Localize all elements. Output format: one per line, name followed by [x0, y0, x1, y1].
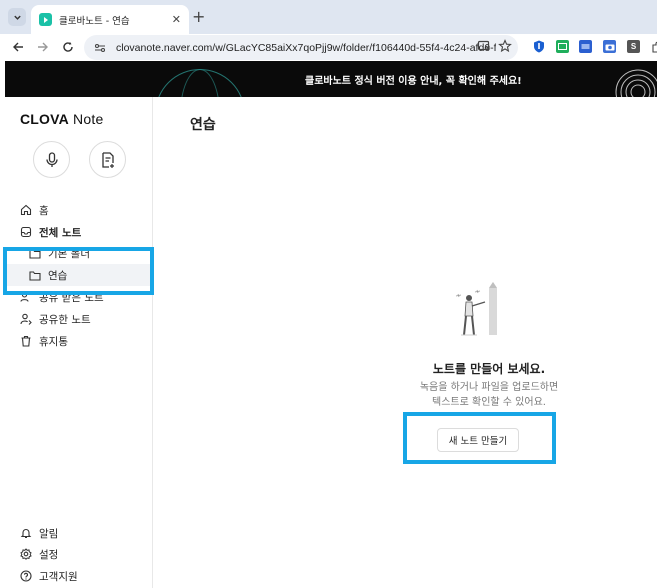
- back-button[interactable]: [10, 39, 26, 55]
- forward-button[interactable]: [35, 39, 51, 55]
- upload-file-button[interactable]: [89, 141, 126, 178]
- help-circle-icon: [20, 570, 32, 582]
- record-button[interactable]: [33, 141, 70, 178]
- tab-title: 클로바노트 - 연습: [59, 15, 130, 27]
- sidebar-item-trash[interactable]: 휴지통: [20, 332, 68, 350]
- highlight-box-sidebar: [3, 247, 154, 295]
- tab-close-icon[interactable]: ✕: [172, 13, 181, 26]
- highlight-box-button: [403, 412, 556, 464]
- document-add-icon: [101, 151, 114, 168]
- sidebar-item-alerts[interactable]: 알림: [20, 524, 58, 542]
- banner-text: 클로바노트 정식 버전 이용 안내, 꼭 확인해 주세요!: [305, 76, 522, 87]
- new-tab-icon[interactable]: +: [192, 9, 205, 25]
- gear-icon: [20, 548, 32, 560]
- bookmark-star-icon[interactable]: [498, 39, 512, 53]
- microphone-icon: [45, 151, 58, 167]
- green-extension-icon[interactable]: [556, 40, 569, 53]
- browser-tabstrip: 클로바노트 - 연습 ✕ +: [0, 0, 657, 34]
- install-app-icon[interactable]: [477, 39, 491, 53]
- home-icon: [20, 204, 32, 216]
- empty-state-description: 녹음을 하거나 파일을 업로드하면 텍스트로 확인할 수 있어요.: [419, 382, 559, 408]
- camera-extension-icon[interactable]: [603, 40, 616, 53]
- person-with-pencil-illustration: [455, 282, 497, 336]
- reload-icon: [63, 42, 73, 52]
- sidebar: CLOVA Note 홈 전체 노트 기본 폴더 연습 공유 받은 노트 공유한…: [5, 97, 153, 588]
- clova-favicon-icon: [39, 13, 52, 26]
- sidebar-item-support[interactable]: 고객지원: [20, 567, 78, 585]
- sidebar-item-settings[interactable]: 설정: [20, 545, 58, 563]
- inbox-icon: [20, 226, 32, 238]
- s-extension-icon[interactable]: S: [627, 40, 640, 53]
- sidebar-item-home[interactable]: 홈: [20, 201, 49, 219]
- sidebar-item-all-notes[interactable]: 전체 노트: [20, 223, 81, 241]
- sidebar-item-shared-by-me[interactable]: 공유한 노트: [20, 310, 91, 328]
- blue-extension-icon[interactable]: [579, 40, 592, 53]
- rings-decoration-icon: [615, 69, 657, 97]
- bell-icon: [20, 529, 32, 539]
- tab-search-button[interactable]: [8, 8, 26, 26]
- browser-tab-active[interactable]: 클로바노트 - 연습 ✕: [31, 5, 189, 34]
- chevron-down-icon: [13, 15, 21, 20]
- address-bar[interactable]: clovanote.naver.com/w/GLacYC85aiXx7qoPjj…: [84, 35, 518, 60]
- site-info-icon[interactable]: [94, 42, 106, 54]
- arrow-right-icon: [38, 42, 48, 52]
- page-title: 연습: [190, 117, 216, 133]
- empty-state-heading: 노트를 만들어 보세요.: [432, 362, 546, 376]
- trash-icon: [21, 335, 31, 347]
- reload-button[interactable]: [60, 39, 76, 55]
- main-content: 연습 노트를 만들어 보세요. 녹음을 하거나 파일을 업로드하면 텍스트로 확…: [154, 97, 657, 588]
- arrow-left-icon: [13, 42, 23, 52]
- clova-note-logo[interactable]: CLOVA Note: [20, 111, 103, 127]
- puzzle-extension-icon[interactable]: [650, 40, 657, 53]
- user-share-icon: [20, 313, 32, 325]
- shield-extension-icon[interactable]: [532, 40, 545, 53]
- notice-banner[interactable]: 클로바노트 정식 버전 이용 안내, 꼭 확인해 주세요!: [5, 61, 657, 97]
- browser-toolbar: clovanote.naver.com/w/GLacYC85aiXx7qoPjj…: [0, 34, 657, 61]
- url-text: clovanote.naver.com/w/GLacYC85aiXx7qoPjj…: [116, 41, 496, 54]
